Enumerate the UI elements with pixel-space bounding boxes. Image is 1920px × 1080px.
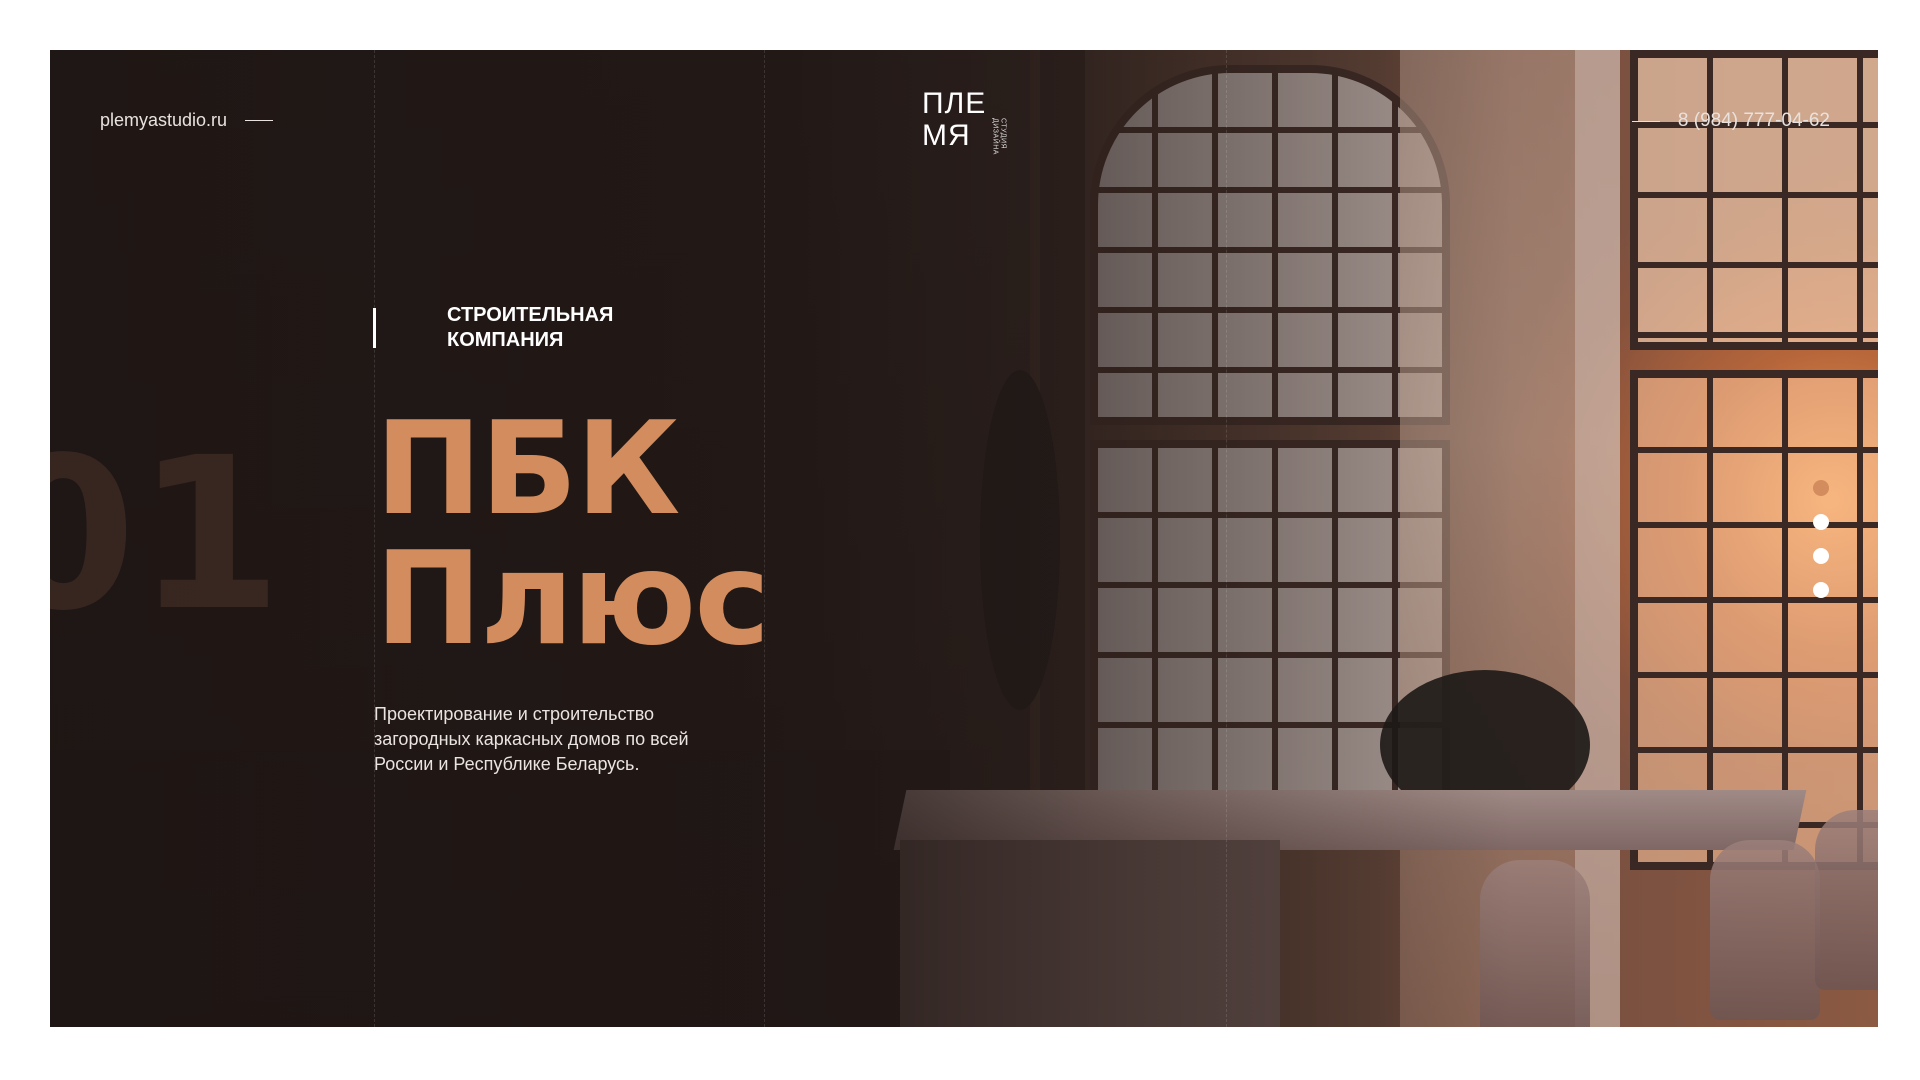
logo-sub-line1: СТУДИЯ [999, 118, 1007, 150]
description-line2: загородных каркасных домов по всей [374, 729, 689, 749]
hero-section: 01 plemyastudio.ru ПЛЕ МЯ СТУДИЯ ДИЗАЙНА… [50, 50, 1878, 1027]
description-line3: России и Республике Беларусь. [374, 754, 640, 774]
logo-sub-line2: ДИЗАЙНА [991, 118, 999, 155]
slide-number: 01 [50, 412, 283, 657]
label-line2: КОМПАНИЯ [447, 329, 564, 351]
description-line1: Проектирование и строительство [374, 704, 655, 724]
slider-dot-4[interactable] [1813, 582, 1829, 598]
page-title: ПБК Плюс [375, 395, 770, 674]
background-photo [50, 50, 1878, 1027]
company-type-label: СТРОИТЕЛЬНАЯ КОМПАНИЯ [447, 303, 613, 353]
site-url[interactable]: plemyastudio.ru [100, 110, 227, 131]
logo-subtitle: СТУДИЯ ДИЗАЙНА [990, 118, 1006, 155]
logo-wordmark: ПЛЕ МЯ [922, 88, 986, 152]
logo[interactable]: ПЛЕ МЯ СТУДИЯ ДИЗАЙНА [922, 88, 1006, 155]
phone-number[interactable]: 8 (984) 777-04-62 [1678, 110, 1830, 132]
dash-divider [1631, 120, 1660, 122]
phone-link[interactable]: 8 (984) 777-04-62 [1631, 110, 1830, 132]
label-accent-bar [373, 308, 376, 348]
slider-dot-1[interactable] [1813, 480, 1829, 496]
logo-line1: ПЛЕ [922, 87, 987, 120]
label-line1: СТРОИТЕЛЬНАЯ [447, 304, 614, 326]
dash-divider [245, 120, 274, 121]
hero-description: Проектирование и строительство загородны… [374, 702, 764, 777]
site-link[interactable]: plemyastudio.ru [100, 110, 274, 131]
slider-dot-2[interactable] [1813, 514, 1829, 530]
logo-line2: МЯ [922, 119, 971, 152]
grid-line [1226, 50, 1227, 1027]
title-line2: Плюс [375, 525, 770, 674]
slider-dot-3[interactable] [1813, 548, 1829, 564]
slider-pagination [1813, 480, 1829, 598]
background-overlay [50, 50, 1878, 1027]
title-line1: ПБК [375, 395, 680, 544]
